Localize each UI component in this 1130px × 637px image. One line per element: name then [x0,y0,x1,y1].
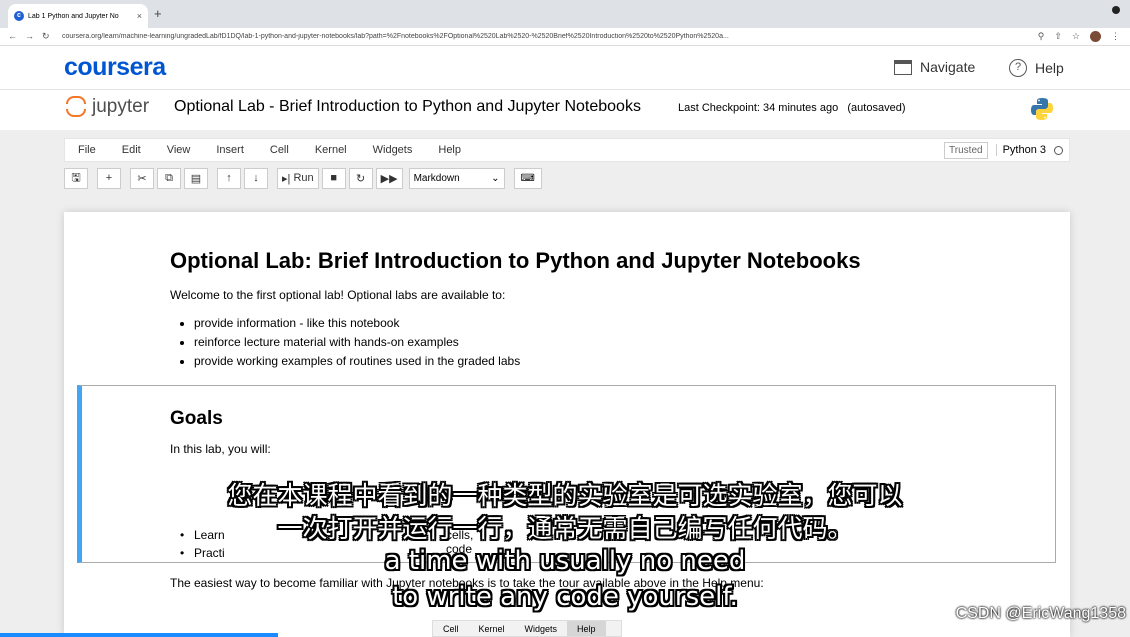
run-all-button[interactable]: ▶▶ [375,167,403,189]
help-button[interactable]: ? Help [1009,59,1064,77]
video-progress-bar[interactable] [0,633,278,637]
arrow-down-icon: ↓ [253,172,259,184]
browser-tab[interactable]: c Lab 1 Python and Jupyter No × [8,4,148,28]
kernel-name[interactable]: Python 3 [995,144,1046,156]
menu-help[interactable]: Help [425,144,474,156]
cut-button[interactable]: ✂ [130,167,154,189]
watermark: CSDN @EricWang1358 [955,605,1126,622]
help-icon: ? [1009,59,1027,77]
menu-cell[interactable]: Cell [257,144,302,156]
restart-button[interactable]: ↻ [348,167,373,189]
browser-menu-icon[interactable]: ⋮ [1111,31,1120,42]
move-down-button[interactable]: ↓ [244,167,268,189]
help-menu-snapshot: Cell Kernel Widgets Help [432,620,622,637]
coursera-logo[interactable]: coursera [64,53,166,82]
back-icon[interactable]: ← [8,31,17,42]
snapshot-menu-kernel: Kernel [478,623,505,634]
intro-paragraph: Welcome to the first optional lab! Optio… [170,288,506,302]
fast-forward-icon: ▶▶ [380,172,398,185]
menu-file[interactable]: File [65,144,109,156]
menu-widgets[interactable]: Widgets [360,144,426,156]
command-palette-button[interactable]: ⌨ [513,167,542,189]
jupyter-header: jupyter Optional Lab - Brief Introductio… [0,90,1130,130]
cell-type-select[interactable]: Markdown ⌄ [408,167,505,189]
step-icon: ▸| [282,172,291,185]
run-label: Run [293,172,314,184]
run-button[interactable]: ▸| Run [277,167,319,189]
intro-bullets: provide information - like this notebook… [194,316,861,368]
jupyter-logo-text: jupyter [92,96,150,117]
menu-view[interactable]: View [154,144,204,156]
navigate-label: Navigate [920,59,976,75]
save-icon: 🖫 [71,171,81,184]
notebook-heading: Optional Lab: Brief Introduction to Pyth… [170,248,861,273]
kernel-indicator-area: Trusted Python 3 [944,141,1069,159]
menu-kernel[interactable]: Kernel [302,144,360,156]
goals-content: Goals In this lab, you will: ooks Learn … [170,408,473,570]
window-control-icon[interactable] [1112,6,1120,14]
new-tab-button[interactable]: + [154,6,162,21]
coursera-header: coursera Navigate ? Help [0,46,1130,90]
share-icon[interactable]: ⇧ [1054,31,1062,42]
zoom-icon[interactable]: ⚲ [1038,31,1045,42]
profile-avatar[interactable] [1090,31,1101,42]
jupyter-menubar: File Edit View Insert Cell Kernel Widget… [64,138,1070,162]
tab-close-icon[interactable]: × [137,11,142,21]
goals-heading: Goals [170,408,223,429]
python-logo-icon [1031,98,1053,120]
list-item: provide working examples of routines use… [194,354,861,368]
intro-markdown-cell[interactable]: Optional Lab: Brief Introduction to Pyth… [170,248,861,373]
help-label: Help [1035,60,1064,76]
trusted-badge[interactable]: Trusted [944,141,988,159]
copy-icon: ⧉ [165,171,173,184]
checkpoint-text: Last Checkpoint: 34 minutes ago [678,102,839,114]
list-item: reinforce lecture material with hands-on… [194,335,861,349]
browser-tab-bar: c Lab 1 Python and Jupyter No × + [0,0,1130,28]
save-button[interactable]: 🖫 [64,167,88,189]
reload-icon[interactable]: ↻ [42,31,50,42]
keyboard-icon: ⌨ [520,172,535,184]
tab-title: Lab 1 Python and Jupyter No [28,12,119,20]
url-field[interactable]: coursera.org/learn/machine-learning/ungr… [62,33,1028,40]
kernel-status-icon [1054,145,1063,155]
insert-cell-button[interactable]: + [97,167,121,189]
paste-icon: ▤ [190,172,202,185]
subtitle-zh-line-2: 一次打开并运行一行，通常无需自己编写任何代码。 [277,514,853,543]
subtitle-en-line-1: a time with usually no need [384,546,746,576]
paste-button[interactable]: ▤ [184,167,208,189]
restart-icon: ↻ [356,172,366,185]
navigate-icon [894,59,912,75]
snapshot-menu-help: Help [567,621,606,636]
subtitle-zh-line-1: 您在本课程中看到的一种类型的实验室是可选实验室，您可以 [227,481,903,510]
address-bar-icons: ⚲ ⇧ ☆ ⋮ [1028,31,1130,42]
menu-edit[interactable]: Edit [109,144,154,156]
bookmark-star-icon[interactable]: ☆ [1072,31,1080,42]
copy-button[interactable]: ⧉ [157,167,181,189]
cell-type-value: Markdown [413,172,460,184]
list-item: provide information - like this notebook [194,316,861,330]
notebook-title[interactable]: Optional Lab - Brief Introduction to Pyt… [174,98,641,116]
address-bar: ← → ↻ coursera.org/learn/machine-learnin… [0,28,1130,46]
snapshot-menu-cell: Cell [443,623,459,634]
stop-icon: ■ [330,172,337,184]
jupyter-logo[interactable]: jupyter [66,95,149,119]
autosave-text: (autosaved) [847,102,906,114]
scissors-icon: ✂ [137,172,147,185]
interrupt-button[interactable]: ■ [321,167,346,189]
checkpoint-status: Last Checkpoint: 34 minutes ago (autosav… [678,102,905,114]
snapshot-menu-widgets: Widgets [524,623,558,634]
forward-icon[interactable]: → [25,31,34,42]
arrow-up-icon: ↑ [226,172,232,184]
jupyter-logo-icon [66,95,86,119]
navigate-button[interactable]: Navigate [894,59,975,75]
chevron-down-icon: ⌄ [491,172,500,184]
goals-intro: In this lab, you will: [170,442,271,456]
plus-icon: + [105,172,113,184]
move-up-button[interactable]: ↑ [217,167,241,189]
browser-nav-buttons: ← → ↻ [0,31,62,42]
jupyter-toolbar: 🖫 + ✂ ⧉ ▤ ↑ ↓ ▸| Run ■ ↻ ▶▶ Markdown ⌄ ⌨ [64,167,542,189]
menu-insert[interactable]: Insert [203,144,257,156]
coursera-favicon-icon: c [14,11,24,21]
